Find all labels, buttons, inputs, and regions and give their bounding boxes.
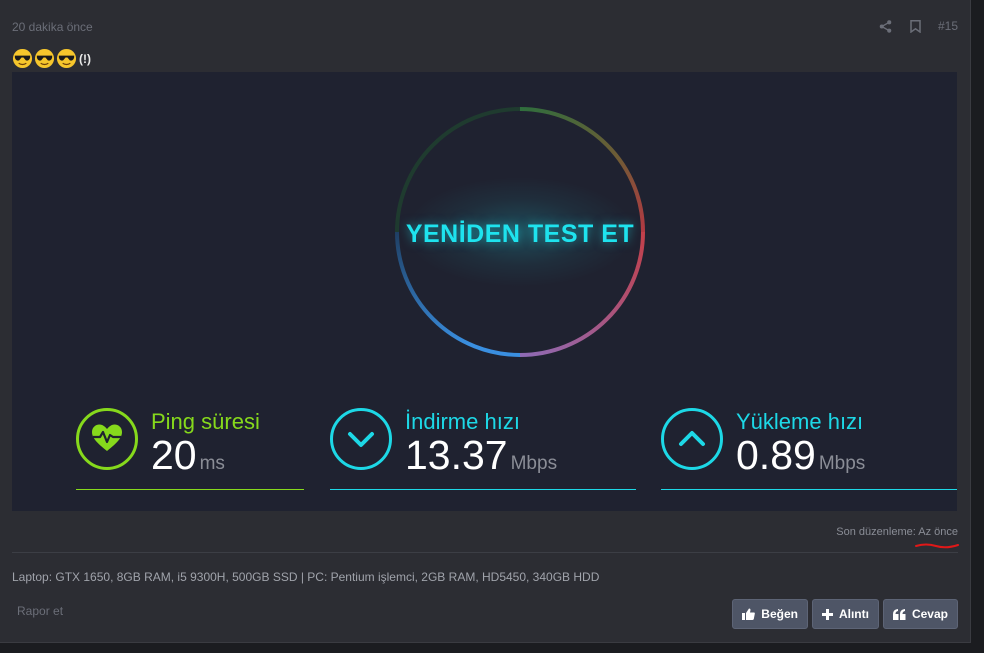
upload-value-row: 0.89 Mbps	[736, 432, 865, 479]
upload-underline	[661, 489, 957, 490]
retest-button[interactable]: YENİDEN TEST ET	[390, 104, 650, 364]
reply-button[interactable]: Cevap	[882, 599, 958, 629]
ping-underline	[76, 489, 304, 490]
heartbeat-icon	[76, 408, 138, 470]
user-signature: Laptop: GTX 1650, 8GB RAM, i5 9300H, 500…	[12, 570, 600, 584]
chevron-down-icon	[330, 408, 392, 470]
ping-stat: Ping süresi 20 ms	[76, 408, 304, 490]
edited-time[interactable]: Az önce	[918, 526, 958, 538]
download-stat: İndirme hızı 13.37 Mbps	[330, 408, 636, 490]
quote-label: Alıntı	[838, 607, 869, 621]
sunglasses-emoji	[12, 48, 33, 69]
upload-stat: Yükleme hızı 0.89 Mbps	[661, 408, 957, 490]
ping-unit: ms	[199, 453, 225, 474]
report-link[interactable]: Rapor et	[17, 604, 63, 618]
signature-divider	[12, 552, 958, 553]
plus-icon	[821, 608, 833, 620]
download-unit: Mbps	[510, 453, 558, 474]
download-value: 13.37	[405, 432, 508, 478]
emoji-row: (!)	[12, 48, 91, 69]
forum-post: 20 dakika önce #15 (!) YENİDEN TEST ET P…	[0, 0, 971, 643]
download-underline	[330, 489, 636, 490]
post-timestamp[interactable]: 20 dakika önce	[12, 20, 93, 34]
retest-ring[interactable]: YENİDEN TEST ET	[390, 104, 650, 364]
quote-icon	[892, 608, 906, 620]
sunglasses-emoji	[34, 48, 55, 69]
upload-unit: Mbps	[818, 453, 866, 474]
edited-prefix: Son düzenleme:	[836, 526, 916, 538]
ping-value-row: 20 ms	[151, 432, 225, 479]
chevron-up-icon	[661, 408, 723, 470]
bookmark-icon[interactable]	[908, 18, 924, 34]
reply-label: Cevap	[911, 607, 948, 621]
upload-value: 0.89	[736, 432, 816, 478]
post-buttons: Beğen Alıntı Cevap	[732, 599, 958, 629]
sunglasses-emoji	[56, 48, 77, 69]
red-underline-annotation	[915, 543, 959, 549]
speedtest-embed: YENİDEN TEST ET Ping süresi 20 ms İndirme…	[12, 72, 957, 511]
ping-value: 20	[151, 432, 197, 478]
thumbs-up-icon	[742, 608, 756, 620]
download-value-row: 13.37 Mbps	[405, 432, 557, 479]
like-button[interactable]: Beğen	[732, 599, 808, 629]
post-actions: #15	[878, 18, 958, 34]
like-label: Beğen	[761, 607, 798, 621]
exclamation-text: (!)	[79, 51, 91, 66]
edited-note: Son düzenleme: Az önce	[836, 526, 958, 538]
post-number[interactable]: #15	[938, 19, 958, 33]
quote-button[interactable]: Alıntı	[811, 599, 879, 629]
share-icon[interactable]	[878, 18, 894, 34]
